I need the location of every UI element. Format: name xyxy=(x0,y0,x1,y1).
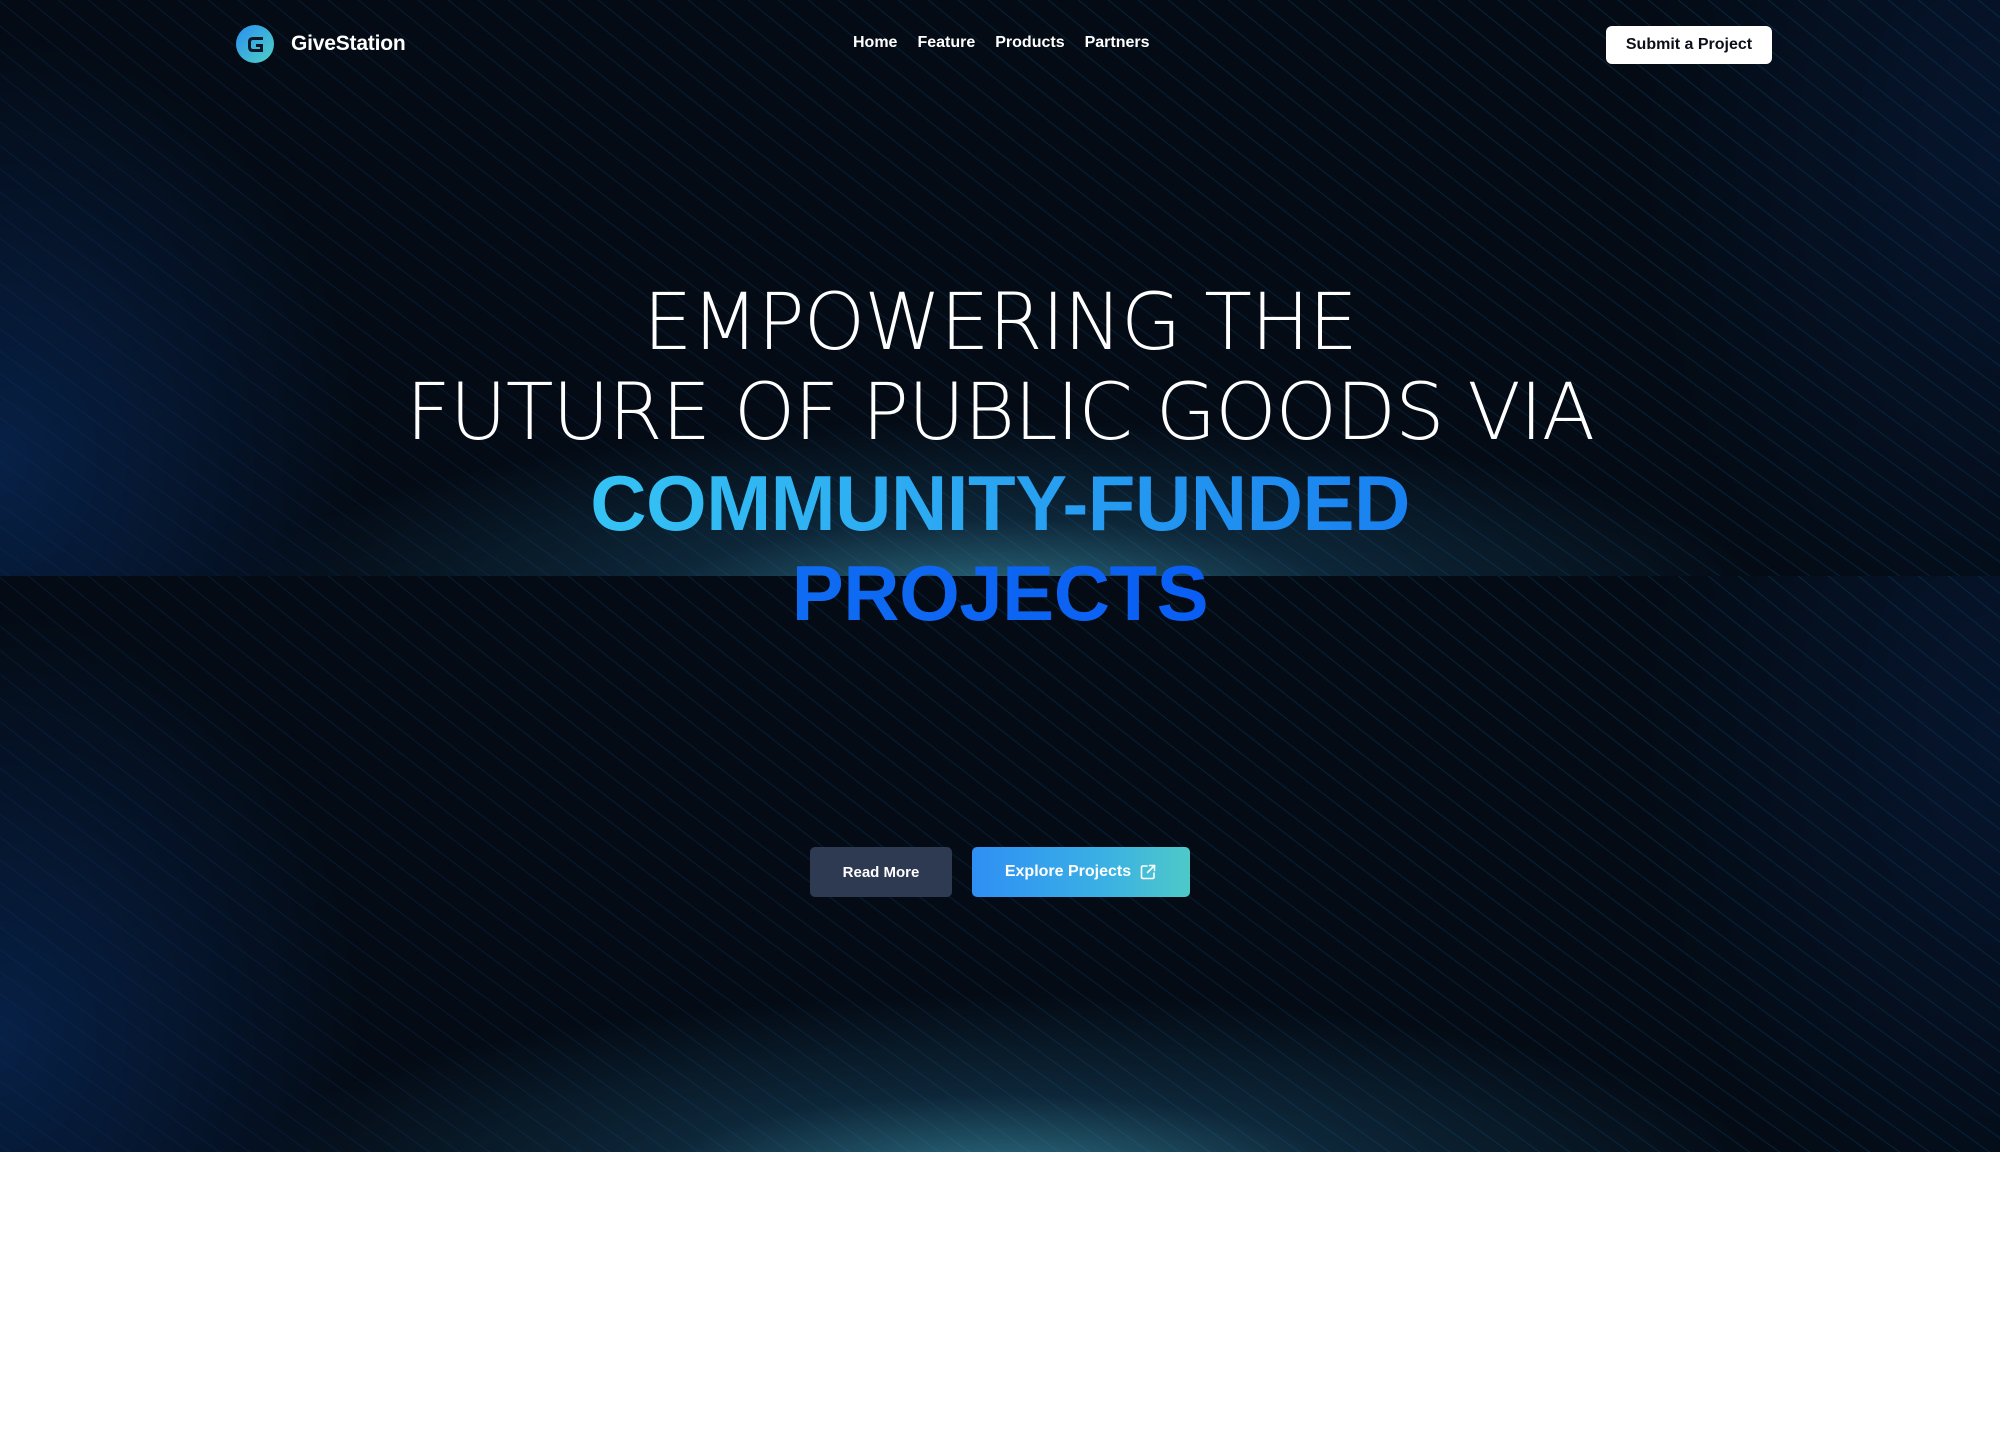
nav-feature[interactable]: Feature xyxy=(917,34,975,52)
brand-logo[interactable]: GiveStation xyxy=(235,24,406,64)
hero-section: GiveStation Home Feature Products Partne… xyxy=(0,0,2000,1152)
nav-products[interactable]: Products xyxy=(995,34,1064,52)
hero-headline: EMPOWERING THE FUTURE OF PUBLIC GOODS VI… xyxy=(0,278,2000,638)
headline-accent-line-1: COMMUNITY-FUNDED xyxy=(0,458,2000,548)
headline-accent-line-2: PROJECTS xyxy=(0,548,2000,638)
headline-accent-text-2: PROJECTS xyxy=(791,549,1209,637)
explore-projects-label: Explore Projects xyxy=(1004,863,1132,880)
headline-line-1: EMPOWERING THE xyxy=(643,278,1358,368)
givestation-logo-icon xyxy=(236,25,274,63)
main-nav: Home Feature Products Partners xyxy=(853,34,1150,52)
nav-home[interactable]: Home xyxy=(853,34,897,52)
brand-name: GiveStation xyxy=(291,32,406,55)
external-link-icon xyxy=(1140,864,1156,880)
page: GiveStation Home Feature Products Partne… xyxy=(0,0,2000,1440)
read-more-button[interactable]: Read More xyxy=(810,847,952,897)
headline-line-2: FUTURE OF PUBLIC GOODS VIA xyxy=(405,368,1595,458)
nav-partners[interactable]: Partners xyxy=(1085,34,1150,52)
headline-accent-text-1: COMMUNITY-FUNDED xyxy=(590,459,1410,547)
explore-projects-button[interactable]: Explore Projects xyxy=(972,847,1190,897)
submit-project-button[interactable]: Submit a Project xyxy=(1606,26,1772,64)
